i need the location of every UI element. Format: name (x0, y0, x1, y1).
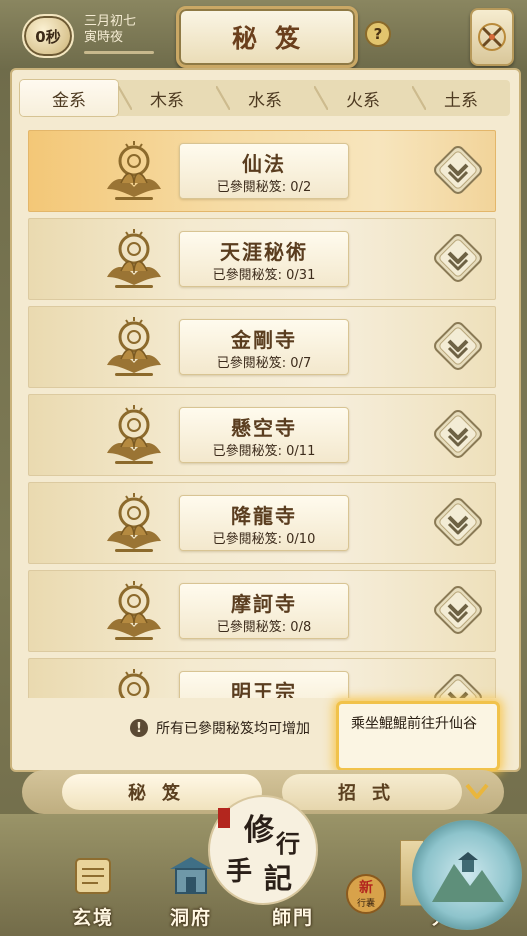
logo-emblem: 修 行 手 記 (208, 795, 318, 905)
element-tabs: 金系 木系 水系 火系 土系 (20, 80, 510, 116)
list-item[interactable]: 仙法 已參閱秘笈: 0/2 (28, 130, 496, 212)
expand-chevron-icon[interactable] (433, 673, 483, 698)
list-item[interactable]: 懸空寺 已參閱秘笈: 0/11 (28, 394, 496, 476)
list-item[interactable]: 天涯秘術 已參閱秘笈: 0/31 (28, 218, 496, 300)
travel-tooltip[interactable]: 乘坐鯤鯤前往升仙谷 (336, 701, 500, 771)
expand-chevron-icon[interactable] (433, 321, 483, 371)
svg-text:手: 手 (226, 857, 252, 887)
tab-earth[interactable]: 土系 (412, 80, 510, 116)
list-item[interactable]: 明王宗 (28, 658, 496, 698)
new-badge-text: 新 (359, 879, 373, 896)
nav-realm[interactable]: 玄境 (60, 853, 126, 930)
lotus-emblem-icon (101, 667, 167, 698)
expand-chevron-icon[interactable] (433, 233, 483, 283)
entry-name: 懸空寺 (231, 416, 297, 440)
list-item[interactable]: 降龍寺 已參閱秘笈: 0/10 (28, 482, 496, 564)
expand-chevron-icon[interactable] (433, 409, 483, 459)
entry-plate: 明王宗 (179, 671, 349, 698)
tab-fire[interactable]: 火系 (314, 80, 412, 116)
date-line-1: 三月初七 (84, 14, 137, 29)
help-icon[interactable]: ? (365, 21, 391, 47)
lotus-emblem-icon (101, 491, 167, 555)
tab-water[interactable]: 水系 (216, 80, 314, 116)
expand-chevron-icon[interactable] (433, 497, 483, 547)
entry-name: 降龍寺 (231, 504, 297, 528)
lotus-emblem-icon (101, 139, 167, 203)
entry-count: 已參閱秘笈: 0/11 (212, 444, 316, 459)
lotus-emblem-icon (101, 579, 167, 643)
entry-count: 已參閱秘笈: 0/2 (216, 180, 312, 195)
game-logo: 修 行 手 記 (204, 790, 322, 910)
top-bar: 0秒 三月初七 寅時夜 秘笈 ? (0, 0, 527, 70)
notice-text: 所有已參閱秘笈均可增加 (156, 721, 310, 737)
entry-plate: 摩訶寺 已參閱秘笈: 0/8 (179, 583, 349, 639)
sect-list: 仙法 已參閱秘笈: 0/2 天涯秘術 已參閱秘笈: 0/31 金剛寺 已參閱秘笈… (20, 126, 510, 698)
entry-plate: 懸空寺 已參閱秘笈: 0/11 (179, 407, 349, 463)
app-screen: 0秒 三月初七 寅時夜 秘笈 ? 金系 木系 水系 火系 土系 仙法 已參閱秘笈… (0, 0, 527, 936)
scroll-icon (75, 858, 111, 894)
lotus-emblem-icon (101, 227, 167, 291)
entry-plate: 天涯秘術 已參閱秘笈: 0/31 (179, 231, 349, 287)
entry-count: 已參閱秘笈: 0/8 (216, 620, 312, 635)
svg-text:行: 行 (275, 829, 300, 858)
entry-name: 天涯秘術 (220, 240, 308, 264)
bag-icon: 新 行囊 (346, 874, 386, 914)
entry-count: 已參閱秘笈: 0/10 (212, 532, 316, 547)
tab-wood[interactable]: 木系 (118, 80, 216, 116)
close-button[interactable] (470, 8, 514, 66)
timer-badge: 0秒 (22, 14, 74, 58)
lotus-emblem-icon (101, 315, 167, 379)
tab-metal[interactable]: 金系 (20, 80, 118, 116)
entry-name: 金剛寺 (231, 328, 297, 352)
info-icon: ! (130, 719, 148, 737)
entry-name: 摩訶寺 (231, 592, 297, 616)
inventory-new-badge[interactable]: 新 行囊 (344, 872, 388, 916)
list-item[interactable]: 金剛寺 已參閱秘笈: 0/7 (28, 306, 496, 388)
svg-text:修: 修 (243, 813, 275, 848)
page-title-plate: 秘笈 (176, 6, 358, 68)
svg-text:記: 記 (264, 862, 292, 895)
entry-count: 已參閱秘笈: 0/7 (216, 356, 312, 371)
mortal-world-portal[interactable] (412, 820, 522, 930)
entry-plate: 降龍寺 已參閱秘笈: 0/10 (179, 495, 349, 551)
lotus-emblem-icon (101, 403, 167, 467)
entry-name: 明王宗 (231, 680, 297, 698)
date-line-2: 寅時夜 (84, 30, 124, 45)
page-title: 秘笈 (231, 24, 318, 53)
nav-realm-label: 玄境 (71, 907, 114, 929)
list-item[interactable]: 摩訶寺 已參閱秘笈: 0/8 (28, 570, 496, 652)
crossed-tools-icon (478, 23, 506, 51)
scripture-panel: 金系 木系 水系 火系 土系 仙法 已參閱秘笈: 0/2 天涯秘術 已參閱秘笈:… (10, 68, 521, 772)
chevron-down-icon[interactable] (462, 776, 492, 806)
expand-chevron-icon[interactable] (433, 585, 483, 635)
game-date: 三月初七 寅時夜 (84, 14, 154, 54)
entry-plate: 金剛寺 已參閱秘笈: 0/7 (179, 319, 349, 375)
entry-name: 仙法 (242, 152, 286, 176)
entry-plate: 仙法 已參閱秘笈: 0/2 (179, 143, 349, 199)
mountain-pavilion-icon (432, 852, 504, 902)
expand-chevron-icon[interactable] (433, 145, 483, 195)
entry-count: 已參閱秘笈: 0/31 (212, 268, 316, 283)
date-underline (84, 51, 154, 54)
inventory-label: 行囊 (357, 897, 375, 909)
